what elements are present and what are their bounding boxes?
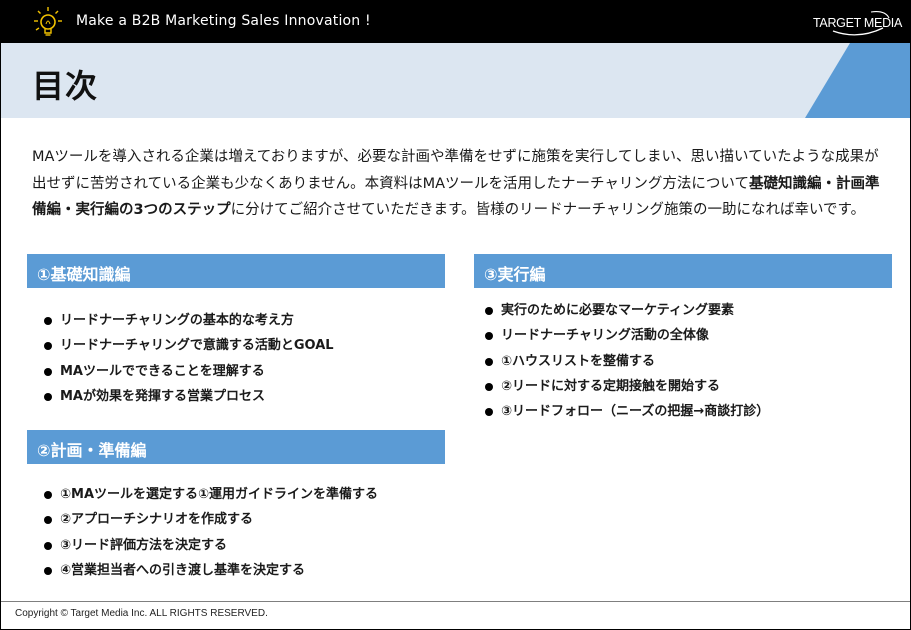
section-list-basics: リードナーチャリングの基本的な考え方 リードナーチャリングで意識する活動とGOA… — [44, 308, 334, 409]
list-item: 実行のために必要なマーケティング要素 — [485, 298, 769, 323]
bullet-icon — [485, 357, 493, 366]
header-tagline: Make a B2B Marketing Sales Innovation ! — [76, 13, 371, 29]
list-item: ①ハウスリストを整備する — [485, 349, 769, 374]
list-item: リードナーチャリング活動の全体像 — [485, 323, 769, 348]
bullet-icon — [44, 392, 52, 401]
bullet-icon — [44, 566, 52, 575]
brand-name: TARGET MEDIA — [813, 16, 903, 30]
header-bar: Make a B2B Marketing Sales Innovation ! … — [0, 0, 911, 43]
list-item: ③リード評価方法を決定する — [44, 533, 378, 558]
bullet-icon — [44, 541, 52, 550]
footer-divider — [0, 601, 911, 602]
bullet-icon — [44, 516, 52, 525]
list-item: MAが効果を発揮する営業プロセス — [44, 384, 334, 409]
title-band: 目次 — [0, 43, 911, 118]
bullet-icon — [485, 408, 493, 417]
page-title: 目次 — [32, 67, 99, 105]
lightbulb-icon — [34, 7, 62, 36]
list-item: ①MAツールを選定する①運用ガイドラインを準備する — [44, 482, 378, 507]
list-item: ④営業担当者への引き渡し基準を決定する — [44, 558, 378, 583]
section-heading-basics: ①基礎知識編 — [27, 254, 445, 288]
copyright-text: Copyright © Target Media Inc. ALL RIGHTS… — [15, 608, 268, 619]
bullet-icon — [485, 382, 493, 391]
bullet-icon — [44, 491, 52, 499]
list-item: MAツールでできることを理解する — [44, 359, 334, 384]
section-heading-planning: ②計画・準備編 — [27, 430, 445, 464]
section-heading-execution: ③実行編 — [474, 254, 892, 288]
list-item: ②アプローチシナリオを作成する — [44, 507, 378, 532]
list-item: リードナーチャリングの基本的な考え方 — [44, 308, 334, 333]
bullet-icon — [44, 342, 52, 351]
list-item: ②リードに対する定期接触を開始する — [485, 374, 769, 399]
intro-text-2: に分けてご紹介させていただきます。皆様のリードナーチャリング施策の一助になれば幸… — [230, 202, 866, 218]
bullet-icon — [44, 317, 52, 325]
title-accent-shape — [805, 43, 911, 118]
section-list-execution: 実行のために必要なマーケティング要素 リードナーチャリング活動の全体像 ①ハウス… — [485, 298, 769, 424]
brand-logo: TARGET MEDIA — [813, 6, 903, 38]
bullet-icon — [485, 332, 493, 341]
list-item: リードナーチャリングで意識する活動とGOAL — [44, 333, 334, 358]
intro-paragraph: MAツールを導入される企業は増えておりますが、必要な計画や準備をせずに施策を実行… — [32, 144, 882, 224]
bullet-icon — [485, 307, 493, 315]
bullet-icon — [44, 367, 52, 376]
section-list-planning: ①MAツールを選定する①運用ガイドラインを準備する ②アプローチシナリオを作成す… — [44, 482, 378, 583]
list-item: ③リードフォロー（ニーズの把握→商談打診） — [485, 399, 769, 424]
